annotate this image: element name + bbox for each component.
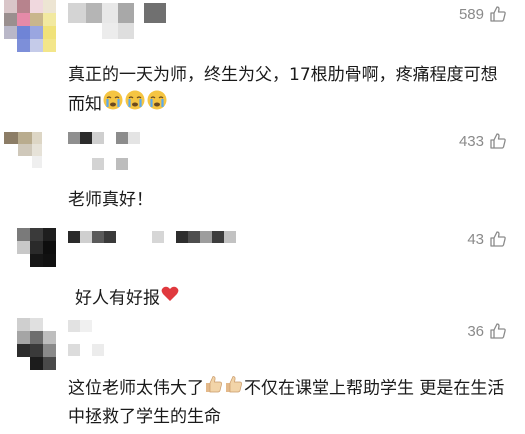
comment-text: 老师真好！ [68,190,153,210]
comment-item-4: 36 这位老师太伟大了 不仅在课堂上帮助学生 更是在生活中拯救了学生的生命 [0,318,525,434]
comment-text: 真正的一天为师，终生为父，17根肋骨啊，疼痛程度可想而知 [68,61,508,120]
comment-item-3: 43 好人有好报 [0,226,525,314]
like-button[interactable]: 433 [459,132,507,150]
thumbs-up-outline-icon [490,323,506,339]
username-mosaic[interactable] [68,231,248,251]
crying-face-emoji [146,89,168,120]
like-button[interactable]: 36 [467,322,507,340]
red-heart-emoji [160,284,180,313]
like-button[interactable]: 43 [467,230,507,248]
avatar[interactable] [4,0,56,52]
username-mosaic[interactable] [68,320,128,362]
like-count: 36 [467,322,484,340]
username-mosaic[interactable] [68,130,148,174]
crying-face-emoji [124,89,146,120]
comment-text: 这位老师太伟大了 不仅在课堂上帮助学生 更是在生活中拯救了学生的生命 [68,374,508,431]
crying-face-emoji [102,89,124,120]
username-mosaic[interactable] [68,3,178,47]
avatar[interactable] [17,228,57,268]
avatar[interactable] [4,128,44,170]
thumbs-up-outline-icon [490,133,506,149]
comment-item-1: 589 真正的一天为师，终生为父，17根肋骨啊，疼痛程度可想而知 [0,0,525,125]
comment-item-2: 433 老师真好！ [0,128,525,220]
like-count: 43 [467,230,484,248]
like-count: 433 [458,132,484,150]
thumbs-up-emoji [204,374,224,403]
like-button[interactable]: 589 [459,5,507,23]
avatar[interactable] [17,318,57,370]
thumbs-up-outline-icon [490,6,506,22]
comment-text: 好人有好报 [75,284,515,313]
like-count: 589 [458,5,484,23]
thumbs-up-emoji [224,374,244,403]
thumbs-up-outline-icon [490,231,506,247]
